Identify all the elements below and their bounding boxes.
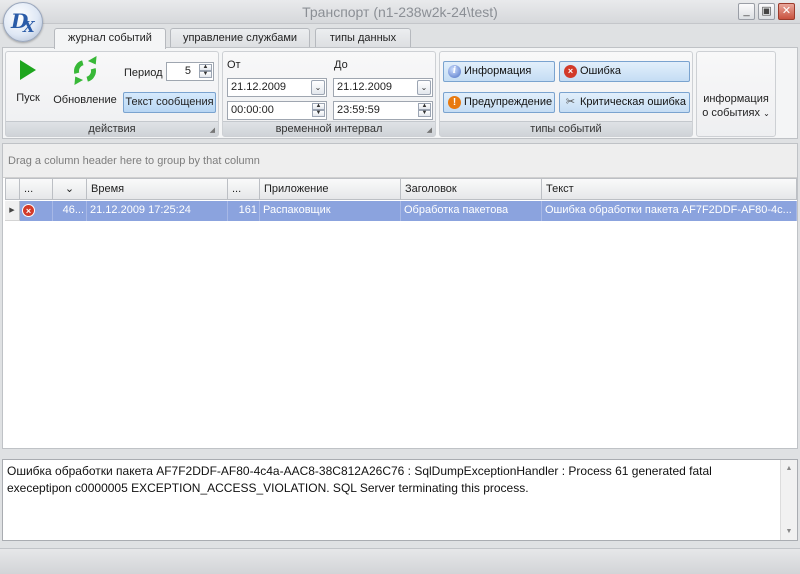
refresh-label: Обновление [53,94,117,106]
app-logo[interactable]: D X [3,2,43,42]
from-label: От [227,59,241,71]
column-header-application[interactable]: Приложение [260,178,401,200]
group-caption-time-interval: временной интервал ◢ [223,121,435,136]
column-header-text[interactable]: Текст [542,178,797,200]
message-detail-text: Ошибка обработки пакета AF7F2DDF-AF80-4c… [7,464,712,495]
start-label: Пуск [16,92,40,104]
sort-arrow-icon: ⌄ [64,183,75,195]
error-icon: × [564,65,577,78]
expand-corner-icon[interactable]: ◢ [427,124,432,138]
detail-scrollbar[interactable]: ▲ ▼ [780,460,797,540]
table-cell-text[interactable]: Ошибка обработки пакета AF7F2DDF-AF80-4c… [542,201,797,221]
spin-up-icon[interactable]: ▲ [312,103,325,110]
column-header-count[interactable]: ... [228,178,260,200]
to-time-field[interactable]: 23:59:59 ▲ ▼ [333,101,433,120]
from-date-field[interactable]: 21.12.2009 ⌄ [227,78,327,97]
chevron-down-icon[interactable]: ⌄ [311,80,325,95]
ribbon: Пуск Обновление Период 5 ▲ ▼ Текст сообщ… [2,47,798,139]
logo-letter-x: X [23,18,35,36]
table-cell-title[interactable]: Обработка пакетова [401,201,542,221]
expand-corner-icon[interactable]: ◢ [210,124,215,138]
critical-error-icon: ✂ [565,96,576,108]
period-label: Период [124,67,163,79]
spin-down-icon[interactable]: ▼ [199,71,212,78]
tab-data-types[interactable]: типы данных [315,28,411,48]
spin-down-icon[interactable]: ▼ [418,110,431,117]
refresh-button[interactable]: Обновление [52,55,118,106]
table-cell-type[interactable]: × [20,201,53,221]
maximize-button[interactable]: ▣ [758,3,775,20]
info-icon: i [448,65,461,78]
to-label: До [334,59,348,71]
play-icon [20,60,36,80]
column-header-id[interactable]: ⌄ [53,178,87,200]
period-spin[interactable]: ▲ ▼ [199,64,212,79]
event-info-line1: информация [703,93,769,105]
spin-up-icon[interactable]: ▲ [199,64,212,71]
status-bar [0,548,800,574]
start-button[interactable]: Пуск [10,60,46,104]
chevron-down-icon[interactable]: ⌄ [417,80,431,95]
critical-filter-button[interactable]: ✂ Критическая ошибка [559,92,690,113]
group-by-panel[interactable]: Drag a column header here to group by th… [3,144,797,178]
close-button[interactable]: ✕ [778,3,795,20]
event-info-button[interactable]: информация о событиях ⌄ [696,51,776,137]
scroll-down-icon[interactable]: ▼ [781,523,797,540]
group-caption-event-types: типы событий [440,121,692,136]
refresh-icon [69,55,101,87]
title-bar: Транспорт (n1-238w2k-24\test) _ ▣ ✕ [0,0,800,24]
error-filter-button[interactable]: × Ошибка [559,61,690,82]
event-info-line2: о событиях [702,107,760,119]
warning-icon: ! [448,96,461,109]
period-value: 5 [184,65,191,77]
table-cell-id[interactable]: 46... [53,201,87,221]
error-icon: × [22,204,35,217]
minimize-button[interactable]: _ [738,3,755,20]
column-header-type[interactable]: ... [20,178,53,200]
to-date-field[interactable]: 21.12.2009 ⌄ [333,78,433,97]
chevron-down-icon: ⌄ [763,109,770,118]
to-time-spin[interactable]: ▲ ▼ [418,103,431,118]
message-text-button[interactable]: Текст сообщения [123,92,216,113]
spin-up-icon[interactable]: ▲ [418,103,431,110]
group-actions: Пуск Обновление Период 5 ▲ ▼ Текст сообщ… [5,51,219,137]
message-detail-box[interactable]: Ошибка обработки пакета AF7F2DDF-AF80-4c… [2,459,798,541]
row-indicator-header [5,178,20,200]
period-stepper[interactable]: 5 ▲ ▼ [166,62,214,81]
events-grid-area: Drag a column header here to group by th… [2,143,798,449]
group-caption-actions: действия ◢ [6,121,218,136]
scroll-up-icon[interactable]: ▲ [781,460,797,477]
group-event-types: i Информация × Ошибка ! Предупреждение ✂… [439,51,693,137]
group-time-interval: От До 21.12.2009 ⌄ 21.12.2009 ⌄ 00:00:00… [222,51,436,137]
row-indicator-arrow-icon[interactable]: ▶ [5,201,20,221]
tab-event-log[interactable]: журнал событий [54,28,166,49]
from-time-spin[interactable]: ▲ ▼ [312,103,325,118]
table-cell-application[interactable]: Распаковщик [260,201,401,221]
info-filter-button[interactable]: i Информация [443,61,555,82]
tab-service-management[interactable]: управление службами [170,28,310,48]
table-cell-time[interactable]: 21.12.2009 17:25:24 [87,201,228,221]
window-title: Транспорт (n1-238w2k-24\test) [302,4,498,20]
column-header-time[interactable]: Время [87,178,228,200]
table-cell-count[interactable]: 161 [228,201,260,221]
spin-down-icon[interactable]: ▼ [312,110,325,117]
from-time-field[interactable]: 00:00:00 ▲ ▼ [227,101,327,120]
column-header-title[interactable]: Заголовок [401,178,542,200]
warning-filter-button[interactable]: ! Предупреждение [443,92,555,113]
